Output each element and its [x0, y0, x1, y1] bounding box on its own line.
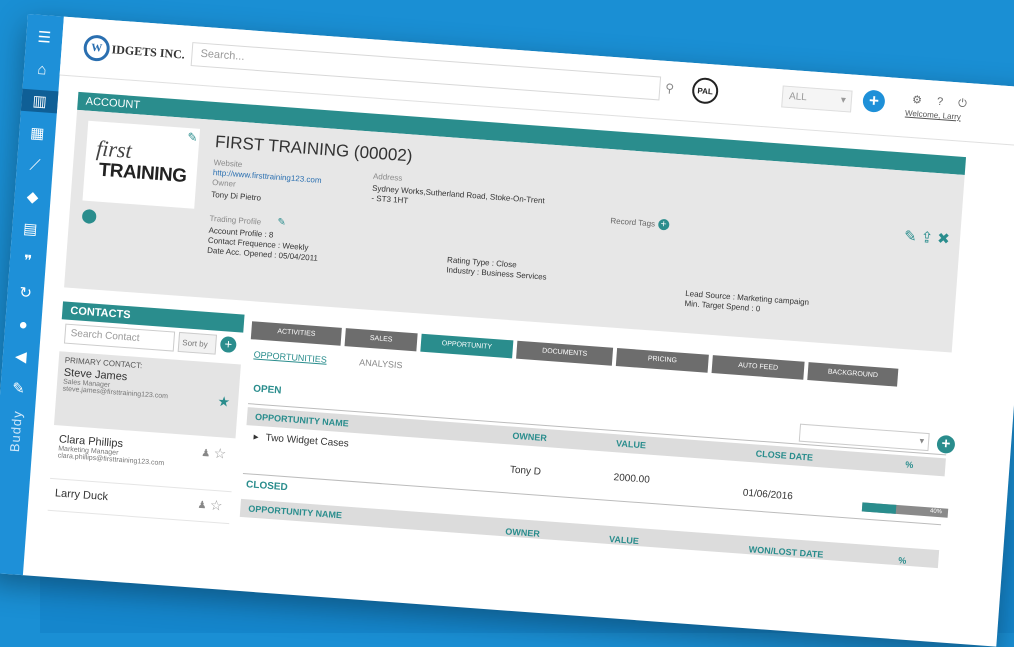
crm-window: ☰ ⌂ ▥ ▦ ⟋ ◆ ▤ ❞ ↻ ● ◀ ✎ Buddy W IDGETS I…	[0, 14, 1014, 647]
add-contact-button[interactable]: +	[219, 335, 237, 354]
add-button[interactable]: +	[862, 89, 886, 113]
opportunity-name[interactable]: Two Widget Cases	[265, 433, 349, 450]
add-opportunity-button[interactable]: +	[936, 434, 956, 455]
trading-profile-label: Trading Profile	[209, 213, 262, 227]
closed-section-title: CLOSED	[245, 479, 289, 494]
tag-icon[interactable]: ◆	[21, 185, 45, 209]
trash-icon[interactable]: ✖	[937, 230, 955, 248]
top-icons[interactable]: ⚙ ? ⏻	[912, 93, 974, 111]
calculator-icon[interactable]: ▤	[19, 217, 43, 241]
share-icon[interactable]: ⇪	[920, 229, 938, 247]
scope-select[interactable]: ALL ▾	[781, 85, 853, 113]
pencil-icon[interactable]: ✎	[7, 377, 31, 401]
scope-select-value: ALL	[788, 90, 808, 104]
logo-text: IDGETS INC.	[111, 41, 186, 62]
contact-search-input[interactable]: Search Contact	[63, 323, 176, 352]
home-icon[interactable]: ⌂	[30, 57, 54, 81]
tab-documents[interactable]: DOCUMENTS	[516, 340, 614, 366]
chart-icon[interactable]: ⟋	[23, 153, 47, 177]
opportunity-owner: Tony D	[509, 464, 542, 478]
opportunity-progress-bar: 40%	[861, 502, 949, 518]
edit-trading-icon[interactable]: ✎	[277, 217, 286, 229]
person-icon[interactable]: ♟	[197, 500, 207, 512]
logo[interactable]: W IDGETS INC.	[82, 34, 186, 67]
opportunity-close-date: 01/06/2016	[742, 487, 794, 503]
tab-sales[interactable]: SALES	[344, 328, 418, 352]
record-tags: Record Tags +	[610, 215, 670, 231]
logo-mark: W	[82, 34, 111, 63]
pal-badge[interactable]: PAL	[691, 76, 720, 105]
col-won-lost-date[interactable]: WON/LOST DATE	[748, 544, 823, 559]
progress-fill	[861, 502, 897, 514]
open-section-title: OPEN	[252, 383, 282, 397]
account-logo: first TRAINING	[82, 120, 201, 209]
owner-value: Tony Di Pietro	[210, 189, 262, 203]
tab-pricing[interactable]: PRICING	[615, 348, 709, 373]
expand-icon[interactable]: ▸	[253, 432, 259, 443]
search-input[interactable]: Search...	[190, 42, 662, 101]
account-title: FIRST TRAINING (00002)	[214, 132, 414, 166]
tab-background[interactable]: BACKGROUND	[807, 362, 899, 387]
buddy-label[interactable]: Buddy	[6, 410, 24, 453]
edit-icon[interactable]: ✎	[903, 228, 921, 246]
col-close-date[interactable]: CLOSE DATE	[755, 448, 813, 462]
star-outline-icon[interactable]: ☆	[213, 445, 227, 463]
welcome-link[interactable]: Welcome, Larry	[905, 109, 961, 122]
col-percent[interactable]: %	[905, 459, 914, 470]
location-pin-icon[interactable]: ⬤	[81, 206, 98, 224]
col-owner[interactable]: OWNER	[505, 526, 540, 538]
progress-label: 40%	[929, 508, 943, 516]
record-tags-label: Record Tags	[610, 216, 656, 229]
tab-activities[interactable]: ACTIVITIES	[250, 321, 342, 346]
address-label: Address	[372, 171, 403, 183]
owner-label: Owner	[211, 177, 236, 189]
tab-opportunity[interactable]: OPPORTUNITY	[420, 333, 514, 359]
subtab-bar: OPPORTUNITIES ANALYSIS	[253, 349, 432, 372]
contact-card-primary[interactable]: PRIMARY CONTACT: Steve James Sales Manag…	[53, 351, 241, 439]
col-percent[interactable]: %	[898, 555, 907, 566]
user-icon[interactable]: ●	[11, 313, 35, 337]
tab-auto-feed[interactable]: AUTO FEED	[711, 355, 805, 380]
col-opportunity-name[interactable]: OPPORTUNITY NAME	[248, 503, 342, 520]
col-value[interactable]: VALUE	[616, 438, 646, 450]
subtab-analysis[interactable]: ANALYSIS	[359, 357, 403, 370]
subtab-opportunities[interactable]: OPPORTUNITIES	[253, 349, 327, 364]
person-icon[interactable]: ♟	[201, 448, 211, 460]
opportunity-filter-select[interactable]: ▾	[798, 423, 930, 452]
edit-logo-icon[interactable]: ✎	[187, 130, 198, 145]
sync-icon[interactable]: ↻	[14, 281, 38, 305]
col-owner[interactable]: OWNER	[512, 431, 547, 443]
address-line2: - ST3 1HT	[371, 193, 409, 206]
chevron-down-icon: ▾	[840, 94, 847, 107]
search-icon[interactable]: ⚲	[665, 81, 675, 96]
account-actions: ✎⇪✖	[903, 227, 954, 249]
chevron-down-icon: ▾	[919, 435, 925, 446]
contacts-panel: CONTACTS Search Contact Sort by + PRIMAR…	[44, 301, 245, 564]
sort-select[interactable]: Sort by	[177, 331, 218, 355]
col-opportunity-name[interactable]: OPPORTUNITY NAME	[255, 412, 349, 429]
building-icon[interactable]: ▥	[20, 88, 59, 114]
quote-icon[interactable]: ❞	[16, 249, 40, 273]
star-outline-icon[interactable]: ☆	[209, 497, 223, 515]
star-filled-icon[interactable]: ★	[217, 393, 231, 411]
add-tag-button[interactable]: +	[657, 218, 670, 231]
opportunity-value: 2000.00	[613, 472, 651, 486]
calendar-icon[interactable]: ▦	[26, 121, 50, 145]
account-logo-training: TRAINING	[97, 159, 188, 188]
megaphone-icon[interactable]: ◀	[9, 345, 33, 369]
menu-icon[interactable]: ☰	[33, 25, 57, 49]
col-value[interactable]: VALUE	[609, 534, 639, 546]
